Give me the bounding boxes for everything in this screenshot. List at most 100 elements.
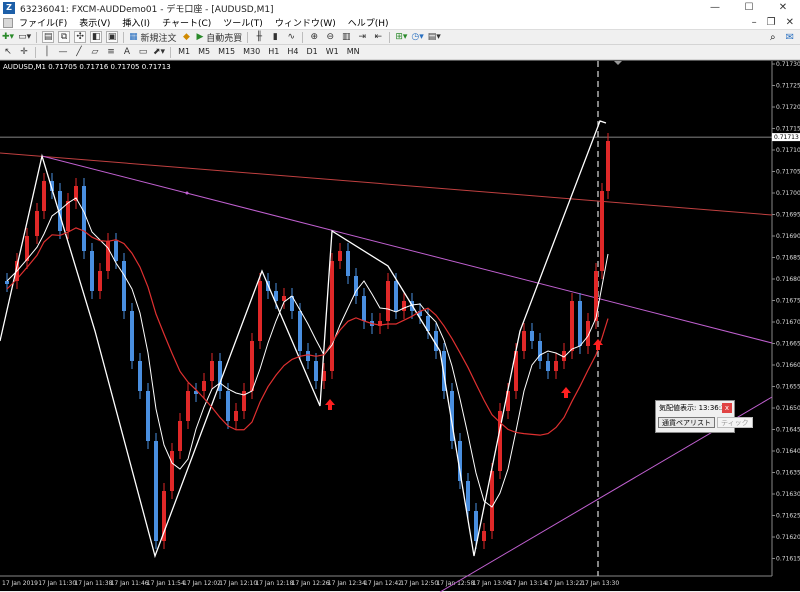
timeframe-m15[interactable]: M15 [214, 46, 239, 58]
app-icon: Z [3, 2, 15, 14]
menu-chart[interactable]: チャート(C) [156, 16, 217, 29]
time-label: 17 Jan 2019 [2, 580, 38, 587]
candle-body [138, 361, 142, 391]
profiles-icon[interactable]: ▭▾ [18, 31, 31, 43]
new-chart-icon[interactable]: ✚▾ [2, 31, 14, 43]
timeframe-d1[interactable]: D1 [302, 46, 321, 58]
autoscroll-icon[interactable]: ⇤ [372, 31, 384, 43]
price-label: 0.71690 [776, 233, 800, 240]
mdi-restore-button[interactable]: ❐ [767, 17, 776, 28]
timeframe-w1[interactable]: W1 [322, 46, 343, 58]
menu-help[interactable]: ヘルプ(H) [342, 16, 395, 29]
time-label: 17 Jan 11:54 [147, 580, 185, 587]
time-label: 17 Jan 11:30 [38, 580, 76, 587]
menu-view[interactable]: 表示(V) [73, 16, 116, 29]
label-icon[interactable]: ▭ [137, 46, 149, 58]
channel-icon[interactable]: ▱ [89, 46, 101, 58]
market-watch-icon[interactable]: ▤ [42, 31, 55, 43]
menu-window[interactable]: ウィンドウ(W) [269, 16, 342, 29]
timeframe-m5[interactable]: M5 [194, 46, 214, 58]
candle-body [578, 301, 582, 346]
candle-body [482, 531, 486, 541]
time-label: 17 Jan 11:38 [74, 580, 112, 587]
timeframe-h4[interactable]: H4 [283, 46, 302, 58]
zoom-out-icon[interactable]: ⊖ [324, 31, 336, 43]
candle-body [538, 341, 542, 361]
price-label: 0.71620 [776, 534, 800, 541]
moving-average-slow [6, 227, 609, 436]
close-button[interactable]: ✕ [766, 0, 800, 16]
price-label: 0.71705 [776, 169, 800, 176]
candle-body [210, 361, 214, 381]
price-label: 0.71675 [776, 298, 800, 305]
candle-body [170, 451, 174, 491]
search-icon[interactable]: ⌕ [770, 32, 776, 43]
timeframe-m1[interactable]: M1 [174, 46, 194, 58]
crosshair-icon[interactable]: ✛ [18, 46, 30, 58]
price-label: 0.71615 [776, 556, 800, 563]
text-icon[interactable]: A [121, 46, 133, 58]
candle-body [522, 331, 526, 351]
tile-windows-icon[interactable]: ▥ [340, 31, 352, 43]
candle-body [154, 441, 158, 541]
mdi-minimize-button[interactable]: – [752, 17, 757, 28]
price-chart[interactable]: 0.71730 0.71725 0.71720 0.71715 0.71710 0.717… [0, 60, 800, 592]
minimize-button[interactable]: — [698, 0, 732, 16]
candle-body [186, 391, 190, 421]
menu-file[interactable]: ファイル(F) [13, 16, 73, 29]
candle-body [5, 281, 9, 284]
price-label: 0.71630 [776, 491, 800, 498]
symbol-list-button[interactable]: 通貨ペアリスト [658, 417, 715, 428]
chart-window-icon[interactable] [3, 17, 13, 28]
candle-body [90, 251, 94, 291]
terminal-icon[interactable]: ◧ [90, 31, 103, 43]
metaeditor-icon[interactable]: ◆ [181, 31, 193, 43]
chat-icon[interactable]: ✉ [786, 32, 794, 43]
tick-button[interactable]: ティック [717, 417, 753, 428]
templates-icon[interactable]: ▤▾ [428, 31, 441, 43]
timeframe-m30[interactable]: M30 [239, 46, 264, 58]
price-label: 0.71665 [776, 341, 800, 348]
arrows-icon[interactable]: ⬈▾ [153, 46, 165, 58]
horizontal-line-icon[interactable]: — [57, 46, 69, 58]
time-label: 17 Jan 12:58 [436, 580, 474, 587]
close-icon[interactable]: x [722, 403, 732, 413]
bar-chart-icon[interactable]: ╫ [253, 31, 265, 43]
chart-canvas: 0.71730 0.71725 0.71720 0.71715 0.71710 0.717… [0, 61, 800, 592]
candle-body [306, 351, 310, 361]
vertical-line-icon[interactable]: │ [41, 46, 53, 58]
auto-trade-button[interactable]: ▶ 自動売買 [197, 31, 243, 44]
window-title: 63236041: FXCM-AUDDemo01 - デモ口座 - [AUDUS… [20, 4, 274, 15]
timeframe-mn[interactable]: MN [343, 46, 364, 58]
cursor-icon[interactable]: ↖ [2, 46, 14, 58]
trendline-icon[interactable]: ╱ [73, 46, 85, 58]
maximize-button[interactable]: ☐ [732, 0, 766, 16]
data-window-icon[interactable]: ⧉ [58, 31, 71, 43]
candle-body [146, 391, 150, 441]
menu-insert[interactable]: 挿入(I) [116, 16, 156, 29]
price-label: 0.71645 [776, 427, 800, 434]
menu-tools[interactable]: ツール(T) [217, 16, 269, 29]
navigator-icon[interactable]: ✣ [74, 31, 87, 43]
candle-body [466, 481, 470, 511]
candle-body [346, 251, 350, 276]
candle-body [226, 391, 230, 421]
candle-body [554, 361, 558, 371]
price-label: 0.71680 [776, 276, 800, 283]
time-label: 17 Jan 13:30 [581, 580, 619, 587]
symbol-info: AUDUSD,M1 0.71705 0.71716 0.71705 0.7171… [3, 63, 171, 71]
price-label: 0.71725 [776, 83, 800, 90]
fibonacci-icon[interactable]: ≡ [105, 46, 117, 58]
zoom-in-icon[interactable]: ⊕ [308, 31, 320, 43]
mdi-close-button[interactable]: ✕ [786, 17, 794, 28]
timeframe-h1[interactable]: H1 [264, 46, 283, 58]
candlestick-icon[interactable]: ▮ [269, 31, 281, 43]
time-label: 17 Jan 12:34 [328, 580, 366, 587]
line-chart-icon[interactable]: ∿ [285, 31, 297, 43]
new-order-button[interactable]: ▦ 新規注文 [129, 31, 176, 44]
tester-icon[interactable]: ▣ [106, 31, 119, 43]
chart-shift-icon[interactable]: ⇥ [356, 31, 368, 43]
indicators-icon[interactable]: ⊞▾ [395, 31, 407, 43]
periods-icon[interactable]: ◷▾ [411, 31, 423, 43]
candle-body [35, 211, 39, 236]
